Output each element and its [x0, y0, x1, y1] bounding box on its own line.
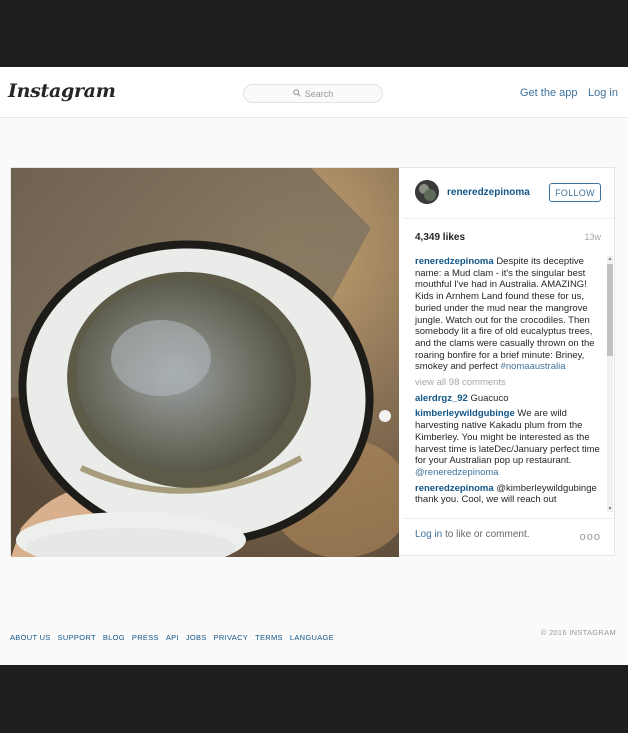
login-link[interactable]: Log in: [588, 87, 618, 99]
page-footer: ABOUT US SUPPORT BLOG PRESS API JOBS PRIVACY TE…: [10, 627, 616, 643]
post-actions: Log in to like or comment. ooo: [403, 518, 615, 557]
post-header: reneredzepinoma FOLLOW: [403, 168, 615, 219]
post-username[interactable]: reneredzepinoma: [447, 187, 530, 198]
scroll-down-arrow-icon[interactable]: ▼: [607, 506, 613, 512]
footer-link-terms[interactable]: TERMS: [255, 633, 283, 642]
login-to-comment-text: to like or comment.: [442, 529, 530, 540]
post-age[interactable]: 13w: [584, 232, 601, 242]
comment-item: kimberleywildgubinge We are wild harvest…: [415, 408, 601, 478]
instagram-logo[interactable]: Instagram: [8, 80, 116, 102]
caption-text: Despite its deceptive name: a Mud clam -…: [415, 256, 595, 373]
comment-text: Guacuco: [470, 392, 509, 404]
footer-link-press[interactable]: PRESS: [132, 633, 159, 642]
comment-username[interactable]: reneredzepinoma: [415, 483, 494, 494]
scroll-up-arrow-icon[interactable]: ▲: [607, 256, 613, 262]
login-to-comment-link[interactable]: Log in: [415, 529, 442, 540]
view-all-comments-link[interactable]: view all 98 comments: [415, 377, 601, 389]
avatar[interactable]: [415, 180, 439, 204]
caption: reneredzepinoma Despite its deceptive na…: [415, 256, 601, 373]
post-card: reneredzepinoma FOLLOW 4,349 likes 13w r…: [10, 167, 615, 557]
comments-list[interactable]: reneredzepinoma Despite its deceptive na…: [403, 254, 615, 512]
post-sidebar: reneredzepinoma FOLLOW 4,349 likes 13w r…: [403, 168, 615, 557]
footer-link-about[interactable]: ABOUT US: [10, 633, 51, 642]
comment-mention[interactable]: @reneredzepinoma: [415, 467, 499, 478]
search-placeholder: Search: [304, 88, 334, 99]
likes-count[interactable]: 4,349 likes: [415, 232, 465, 243]
comment-username[interactable]: kimberleywildgubinge: [415, 408, 515, 419]
footer-link-language[interactable]: LANGUAGE: [290, 633, 334, 642]
comments-scrollbar[interactable]: ▲ ▼: [607, 256, 613, 512]
comment-item: reneredzepinoma @kimberleywildgubinge th…: [415, 483, 601, 506]
footer-link-support[interactable]: SUPPORT: [58, 633, 96, 642]
more-options-icon[interactable]: ooo: [580, 531, 601, 543]
footer-link-privacy[interactable]: PRIVACY: [214, 633, 248, 642]
top-navigation: Instagram Search Get the app Log in: [0, 67, 628, 118]
get-the-app-link[interactable]: Get the app: [520, 87, 578, 99]
footer-link-blog[interactable]: BLOG: [103, 633, 125, 642]
follow-button[interactable]: FOLLOW: [549, 183, 601, 202]
footer-link-api[interactable]: API: [166, 633, 179, 642]
caption-hashtag[interactable]: #nomaaustralia: [501, 361, 566, 372]
post-photo[interactable]: [11, 168, 399, 557]
footer-link-jobs[interactable]: JOBS: [186, 633, 207, 642]
page: Instagram Search Get the app Log in rene…: [0, 67, 628, 665]
copyright: © 2016 INSTAGRAM: [540, 628, 616, 637]
login-to-comment: Log in to like or comment.: [415, 529, 530, 540]
scrollbar-thumb[interactable]: [607, 264, 613, 356]
comment-username[interactable]: alerdrgz_92: [415, 393, 468, 404]
caption-username[interactable]: reneredzepinoma: [415, 256, 494, 267]
search-icon: [293, 88, 301, 99]
comment-item: alerdrgz_92 Guacuco: [415, 393, 601, 405]
search-input[interactable]: Search: [243, 84, 383, 103]
